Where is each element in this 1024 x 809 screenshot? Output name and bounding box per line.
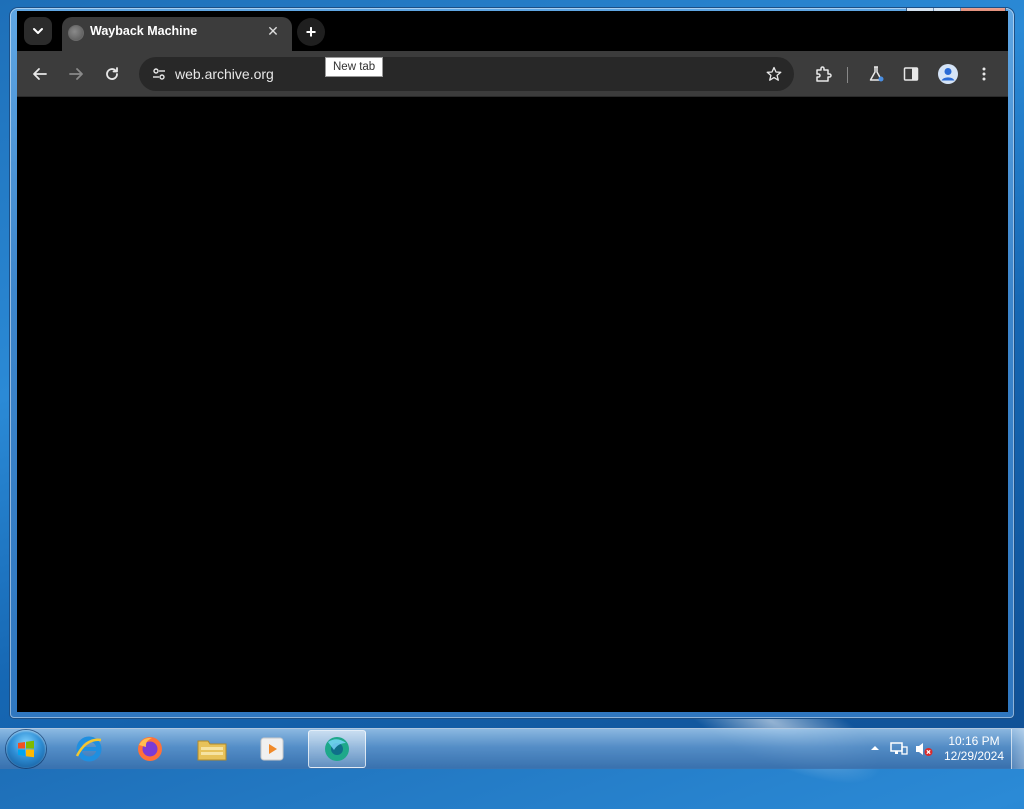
firefox-icon bbox=[138, 737, 162, 761]
forward-button[interactable] bbox=[62, 60, 90, 88]
url-text[interactable]: web.archive.org bbox=[175, 66, 274, 82]
taskbar: 10:16 PM 12/29/2024 bbox=[0, 728, 1024, 769]
flask-icon bbox=[869, 66, 884, 82]
toolbar-separator bbox=[847, 67, 848, 83]
tab-wayback-machine[interactable]: Wayback Machine ✕ bbox=[62, 17, 292, 51]
taskbar-firefox[interactable] bbox=[121, 730, 179, 768]
taskbar-file-explorer[interactable] bbox=[183, 730, 241, 768]
start-button[interactable] bbox=[6, 730, 46, 768]
tab-strip: Wayback Machine ✕ + bbox=[17, 11, 897, 51]
tab-title: Wayback Machine bbox=[90, 24, 198, 38]
taskbar-browser-active[interactable] bbox=[308, 730, 366, 768]
kebab-menu-icon bbox=[982, 67, 986, 81]
star-icon bbox=[766, 66, 782, 81]
back-arrow-icon bbox=[33, 68, 47, 80]
forward-arrow-icon bbox=[69, 68, 83, 80]
bookmark-button[interactable] bbox=[760, 60, 788, 88]
tab-search-button[interactable] bbox=[24, 17, 52, 45]
labs-button[interactable] bbox=[862, 60, 890, 88]
media-player-icon bbox=[260, 737, 284, 761]
taskbar-media-player[interactable] bbox=[243, 730, 301, 768]
show-desktop-button[interactable] bbox=[1011, 729, 1024, 769]
volume-muted-icon[interactable] bbox=[914, 741, 934, 757]
reload-icon bbox=[106, 67, 118, 80]
address-bar[interactable]: web.archive.org bbox=[139, 57, 794, 91]
new-tab-tooltip: New tab bbox=[325, 57, 384, 77]
extensions-button[interactable] bbox=[809, 60, 837, 88]
side-panel-icon bbox=[903, 67, 919, 81]
taskbar-internet-explorer[interactable] bbox=[60, 730, 118, 768]
profile-avatar-icon bbox=[938, 64, 958, 84]
browser: Wayback Machine ✕ + web.archive.org bbox=[17, 11, 1008, 712]
new-tab-button[interactable]: + bbox=[297, 18, 325, 46]
page-content[interactable] bbox=[17, 98, 1008, 712]
clock-time: 10:16 PM bbox=[948, 734, 1000, 748]
internet-explorer-icon bbox=[75, 736, 102, 762]
browser-toolbar: web.archive.org bbox=[17, 51, 1008, 97]
network-icon[interactable] bbox=[890, 741, 908, 757]
puzzle-icon bbox=[816, 66, 832, 82]
browser-active-icon bbox=[325, 737, 349, 761]
profile-button[interactable] bbox=[934, 60, 962, 88]
show-hidden-icons-icon[interactable] bbox=[870, 744, 880, 752]
windows-logo-icon bbox=[18, 740, 34, 758]
side-panel-button[interactable] bbox=[897, 60, 925, 88]
chevron-down-icon bbox=[33, 28, 43, 34]
reload-button[interactable] bbox=[98, 60, 126, 88]
tune-icon bbox=[153, 68, 165, 80]
system-clock[interactable]: 10:16 PM 12/29/2024 bbox=[938, 734, 1010, 764]
globe-icon bbox=[68, 25, 84, 41]
close-tab-icon[interactable]: ✕ bbox=[264, 22, 282, 40]
back-button[interactable] bbox=[26, 60, 54, 88]
clock-date: 12/29/2024 bbox=[943, 749, 1005, 763]
menu-button[interactable] bbox=[970, 60, 998, 88]
site-settings-button[interactable] bbox=[145, 60, 173, 88]
folder-icon bbox=[197, 740, 227, 761]
